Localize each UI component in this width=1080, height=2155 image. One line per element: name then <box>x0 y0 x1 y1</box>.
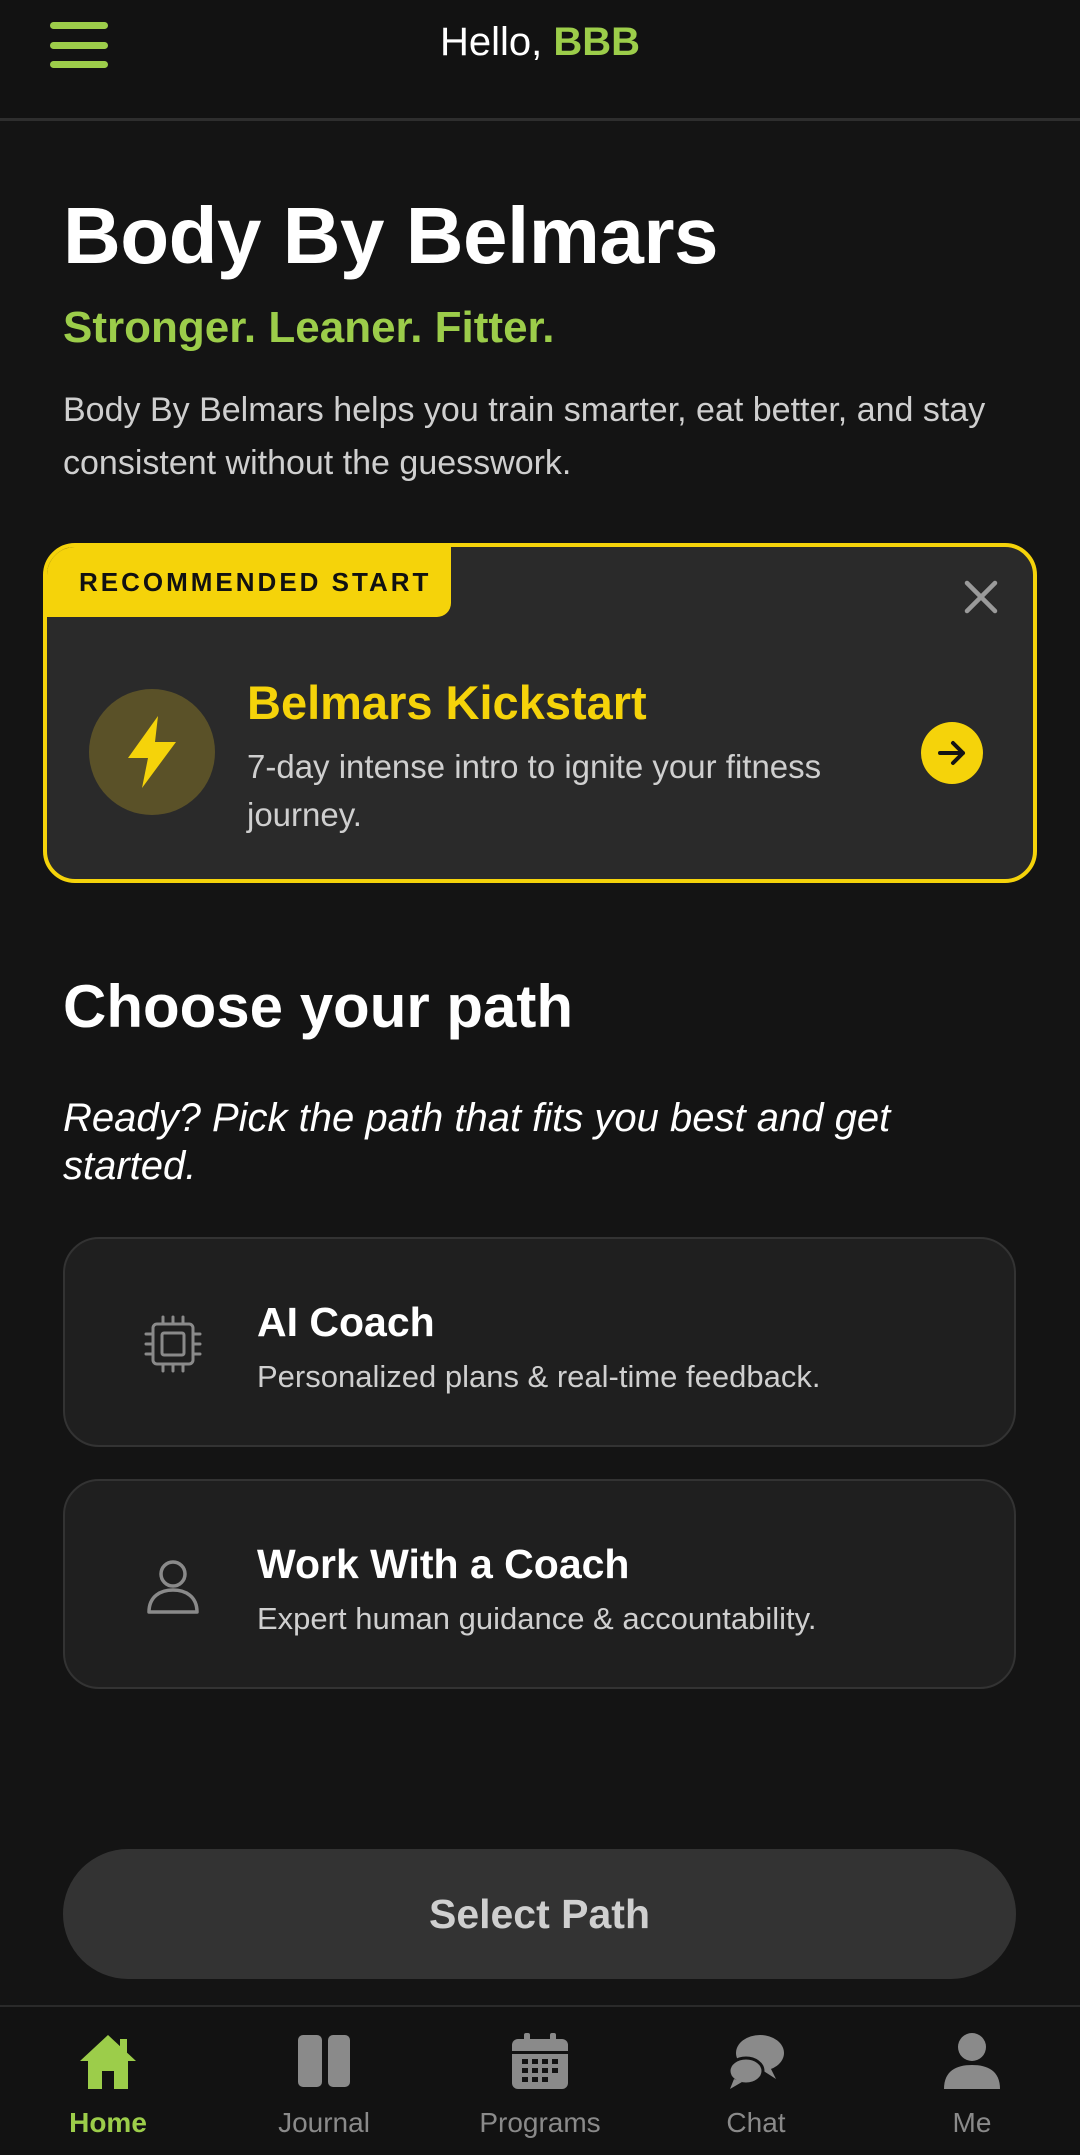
person-icon <box>143 1556 203 1616</box>
arrow-right-icon[interactable] <box>921 722 983 784</box>
nav-label: Me <box>952 2107 992 2138</box>
greeting: Hello, BBB <box>0 20 1080 65</box>
nav-item-journal[interactable]: Journal <box>216 2007 432 2155</box>
nav-label: Chat <box>726 2107 786 2138</box>
nav-item-programs[interactable]: Programs <box>432 2007 648 2155</box>
nav-label: Journal <box>278 2107 370 2138</box>
recommended-description: 7-day intense intro to ignite your fitne… <box>247 748 822 833</box>
close-icon[interactable] <box>961 577 1001 617</box>
person-icon <box>942 2031 1002 2091</box>
path-option-human-coach[interactable]: Work With a Coach Expert human guidance … <box>63 1479 1016 1689</box>
calendar-icon <box>510 2031 570 2091</box>
home-icon <box>78 2031 138 2091</box>
hero-description: Body By Belmars helps you train smarter,… <box>63 391 986 482</box>
greeting-prefix: Hello, <box>439 20 543 64</box>
select-path-button[interactable]: Select Path <box>63 1849 1016 1979</box>
home-screen: Hello, BBB Body By Belmars Stronger. Lea… <box>0 0 1080 2155</box>
path-description: Personalized plans & real-time feedback. <box>257 1359 821 1394</box>
path-description: Expert human guidance & accountability. <box>257 1601 817 1636</box>
path-title: AI Coach <box>257 1299 435 1345</box>
page-title: Body By Belmars <box>63 191 718 280</box>
chip-icon <box>143 1314 203 1374</box>
top-bar: Hello, BBB <box>0 0 1080 121</box>
journal-icon <box>294 2031 354 2091</box>
nav-item-me[interactable]: Me <box>864 2007 1080 2155</box>
nav-label: Programs <box>479 2107 601 2138</box>
section-title: Choose your path <box>63 973 574 1040</box>
nav-item-chat[interactable]: Chat <box>648 2007 864 2155</box>
nav-label: Home <box>69 2107 147 2138</box>
user-name: BBB <box>553 20 641 64</box>
recommended-card[interactable]: RECOMMENDED START Belmars Kickstart 7-da… <box>43 543 1037 883</box>
tagline: Stronger. Leaner. Fitter. <box>63 303 555 352</box>
recommended-title: Belmars Kickstart <box>247 676 647 729</box>
nav-item-home[interactable]: Home <box>0 2007 216 2155</box>
bottom-nav: Home Journal Programs Chat Me <box>0 2005 1080 2155</box>
path-option-ai-coach[interactable]: AI Coach Personalized plans & real-time … <box>63 1237 1016 1447</box>
section-subtitle: Ready? Pick the path that fits you best … <box>63 1096 891 1188</box>
path-title: Work With a Coach <box>257 1541 630 1587</box>
lightning-icon <box>89 689 215 815</box>
chat-icon <box>726 2031 786 2091</box>
recommended-badge: RECOMMENDED START <box>47 547 451 617</box>
